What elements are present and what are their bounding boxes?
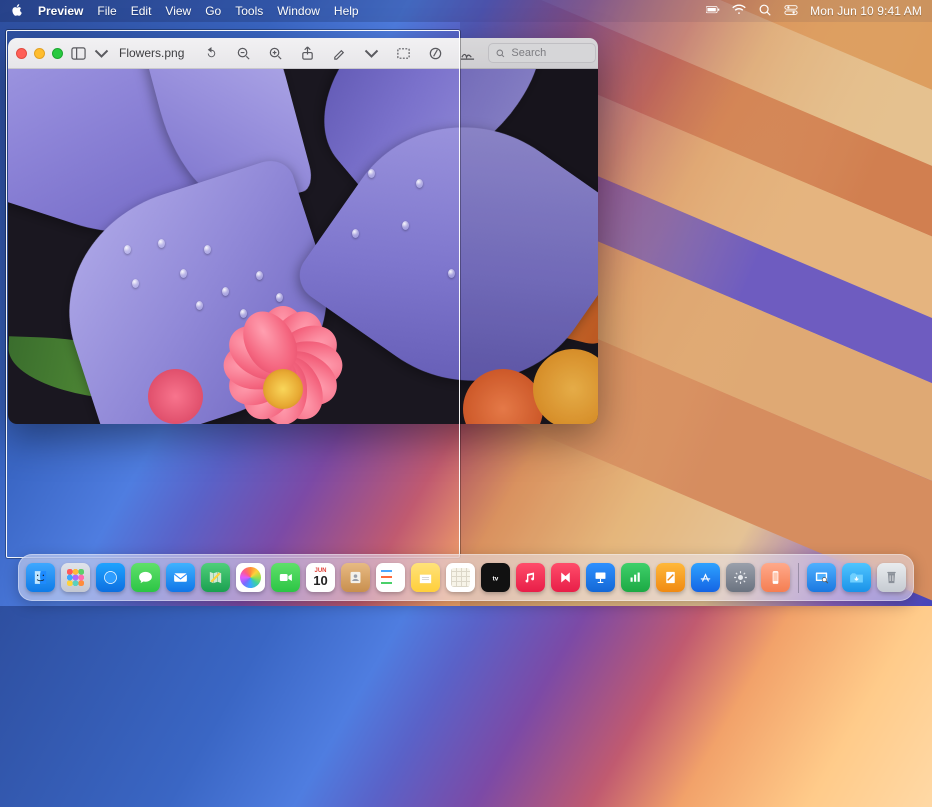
menu-edit[interactable]: Edit	[131, 4, 152, 18]
background-flower	[148, 369, 203, 424]
menu-file[interactable]: File	[97, 4, 116, 18]
apple-menu[interactable]	[10, 3, 24, 20]
dock-app-safari[interactable]	[96, 563, 125, 592]
spotlight-icon[interactable]	[758, 3, 772, 20]
dock: JUN10 tv	[18, 554, 914, 601]
menu-bar: Preview File Edit View Go Tools Window H…	[0, 0, 932, 22]
dock-app-settings[interactable]	[726, 563, 755, 592]
dock-app-messages[interactable]	[131, 563, 160, 592]
markup-toggle-button[interactable]	[424, 43, 446, 63]
window-close-button[interactable]	[16, 48, 27, 59]
window-minimize-button[interactable]	[34, 48, 45, 59]
dock-app-keynote[interactable]	[586, 563, 615, 592]
search-icon	[495, 48, 506, 59]
image-canvas[interactable]	[8, 69, 598, 424]
highlight-menu-chevron-icon[interactable]	[360, 43, 382, 63]
background-flower	[533, 349, 598, 424]
window-zoom-button[interactable]	[52, 48, 63, 59]
window-traffic-lights	[16, 48, 63, 59]
dock-separator	[798, 563, 799, 593]
highlight-button[interactable]	[328, 43, 350, 63]
dock-app-reminders[interactable]	[376, 563, 405, 592]
apple-icon	[10, 3, 24, 17]
dock-app-mail[interactable]	[166, 563, 195, 592]
rectangle-selection-button[interactable]	[392, 43, 414, 63]
menu-window[interactable]: Window	[277, 4, 320, 18]
dock-app-photos[interactable]	[236, 563, 265, 592]
dock-trash[interactable]	[877, 563, 906, 592]
share-button[interactable]	[296, 43, 318, 63]
search-field[interactable]: Search	[488, 43, 596, 63]
dock-app-freeform[interactable]	[446, 563, 475, 592]
dock-app-appstore[interactable]	[691, 563, 720, 592]
menu-bar-datetime[interactable]: Mon Jun 10 9:41 AM	[810, 4, 922, 18]
rotate-left-button[interactable]	[200, 43, 222, 63]
dock-app-pages[interactable]	[656, 563, 685, 592]
calendar-day: 10	[313, 574, 327, 587]
dock-app-calendar[interactable]: JUN10	[306, 563, 335, 592]
preview-window: Flowers.png	[8, 38, 598, 424]
svg-text:tv: tv	[493, 575, 499, 582]
search-placeholder: Search	[511, 47, 546, 59]
menu-bar-app-name[interactable]: Preview	[38, 4, 83, 18]
dahlia-flower	[208, 314, 358, 424]
zoom-in-button[interactable]	[264, 43, 286, 63]
menu-go[interactable]: Go	[205, 4, 221, 18]
dock-app-iphone-mirroring[interactable]	[761, 563, 790, 592]
dock-app-notes[interactable]	[411, 563, 440, 592]
window-title: Flowers.png	[119, 46, 184, 60]
dock-app-facetime[interactable]	[271, 563, 300, 592]
battery-icon[interactable]	[706, 3, 720, 20]
dock-app-tv[interactable]: tv	[481, 563, 510, 592]
dock-app-maps[interactable]	[201, 563, 230, 592]
dock-app-launchpad[interactable]	[61, 563, 90, 592]
dock-app-preview[interactable]	[807, 563, 836, 592]
sign-button[interactable]	[456, 43, 478, 63]
control-center-icon[interactable]	[784, 3, 798, 20]
view-menu-chevron-icon[interactable]	[94, 43, 109, 63]
menu-help[interactable]: Help	[334, 4, 359, 18]
menu-view[interactable]: View	[165, 4, 191, 18]
dock-app-music[interactable]	[516, 563, 545, 592]
zoom-out-button[interactable]	[232, 43, 254, 63]
menu-tools[interactable]: Tools	[235, 4, 263, 18]
wifi-icon[interactable]	[732, 3, 746, 20]
dock-downloads-stack[interactable]	[842, 563, 871, 592]
window-titlebar[interactable]: Flowers.png	[8, 38, 598, 69]
sidebar-toggle-button[interactable]	[71, 43, 86, 63]
dock-app-contacts[interactable]	[341, 563, 370, 592]
dock-app-numbers[interactable]	[621, 563, 650, 592]
dock-app-finder[interactable]	[26, 563, 55, 592]
dock-app-news[interactable]	[551, 563, 580, 592]
